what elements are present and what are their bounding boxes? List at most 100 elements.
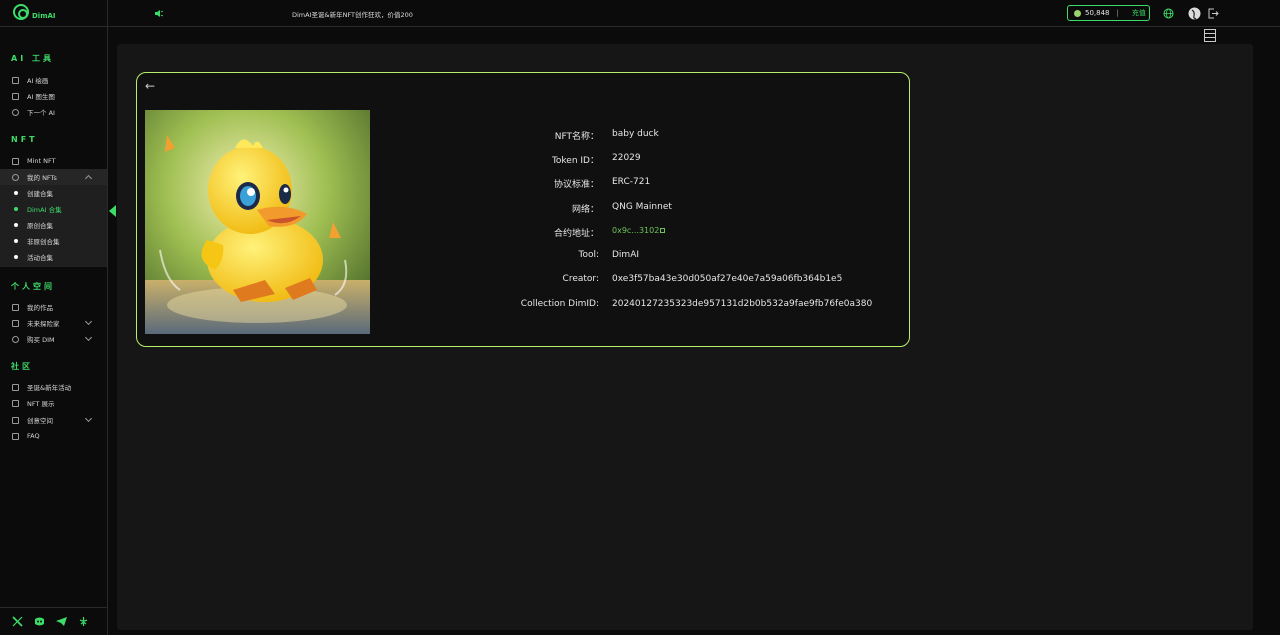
- detail-value: ERC-721: [612, 177, 651, 187]
- announcement-text[interactable]: DimAI圣诞&新年NFT创作狂欢，价值200: [292, 9, 413, 19]
- detail-label: Collection DimID:: [520, 299, 599, 309]
- detail-value: 0xe3f57ba43e30d050af27e40e7a59a06fb364b1…: [612, 274, 843, 284]
- detail-label: Creator:: [562, 274, 599, 284]
- telegram-icon[interactable]: [56, 616, 67, 627]
- social-links: [0, 607, 107, 635]
- sidebar-item-creative-space[interactable]: 创意空间: [0, 412, 107, 428]
- detail-label: NFT名称：: [554, 132, 599, 142]
- sidebar-item-my-works[interactable]: 我的作品: [0, 299, 107, 315]
- detail-value: 22029: [612, 153, 641, 163]
- detail-value: 20240127235323de957131d2b0b532a9fae9fb76…: [612, 299, 873, 309]
- sidebar-subitem-dimai-collection[interactable]: DimAI 合集: [0, 201, 107, 217]
- info-icon: [12, 108, 19, 116]
- sidebar-item-label: NFT 展示: [27, 400, 55, 408]
- logo-icon: [13, 4, 29, 20]
- sidebar-item-label: Mint NFT: [27, 157, 56, 165]
- sidebar-item-ai-painting[interactable]: AI 绘画: [0, 72, 107, 88]
- copy-icon[interactable]: [660, 228, 666, 233]
- sidebar-item-nft-showcase[interactable]: NFT 展示: [0, 395, 107, 411]
- sidebar-subitem-label: 活动合集: [27, 254, 53, 262]
- sidebar-item-ai-img2img[interactable]: AI 图生图: [0, 88, 107, 104]
- bullet-icon: [14, 191, 18, 195]
- detail-label: 网络：: [571, 205, 599, 215]
- sidebar-subitem-label: 创建合集: [27, 190, 53, 198]
- sidebar-item-label: AI 绘画: [27, 77, 49, 85]
- sidebar-item-label: 创意空间: [27, 417, 53, 425]
- creative-icon: [12, 416, 19, 424]
- bullet-icon: [14, 239, 18, 243]
- sidebar-item-buy-dim[interactable]: 购买 DIM: [0, 331, 107, 347]
- globe-icon[interactable]: [1163, 8, 1174, 19]
- back-arrow-icon[interactable]: ←: [145, 79, 155, 93]
- sidebar-subitem-event-collection[interactable]: 活动合集: [0, 249, 107, 265]
- logo-text: DimAI: [32, 12, 56, 20]
- sidebar-item-label: FAQ: [27, 432, 40, 440]
- sidebar-subitem-label: DimAI 合集: [27, 206, 62, 214]
- sidebar-subitem-label: 非原创合集: [27, 238, 60, 246]
- sidebar-item-next-ai[interactable]: 下一个 AI: [0, 104, 107, 120]
- header-divider: [107, 0, 108, 27]
- detail-label: 协议标准：: [553, 180, 599, 190]
- section-title-community: 社区: [11, 362, 33, 371]
- app-root: DimAI DimAI圣诞&新年NFT创作狂欢，价值200 50,848 | 充…: [0, 0, 1280, 635]
- section-title-personal-space: 个人空间: [11, 282, 55, 291]
- detail-label: 合约地址：: [553, 229, 599, 239]
- sidebar-item-label: 购买 DIM: [27, 336, 55, 344]
- nft-detail-card: ← NFT名称： baby duck Token ID： 22029 协议标准：…: [136, 72, 910, 347]
- image-icon: [12, 92, 19, 100]
- section-title-nft: NFT: [11, 135, 38, 144]
- sidebar-item-label: AI 图生图: [27, 93, 55, 101]
- announcement-icon: [155, 10, 163, 17]
- recharge-button[interactable]: 充值: [1132, 8, 1146, 18]
- logo[interactable]: DimAI: [13, 4, 56, 20]
- grid-toggle-icon[interactable]: [1204, 29, 1216, 42]
- sidebar-subitem-original-collection[interactable]: 原创合集: [0, 217, 107, 233]
- balance-box: 50,848 | 充值: [1067, 5, 1150, 21]
- sidebar-item-label: 我的 NFTs: [27, 174, 57, 182]
- sidebar-item-label: 圣诞&新年活动: [27, 384, 72, 392]
- balance-separator: |: [1116, 9, 1119, 17]
- community-icon[interactable]: [78, 616, 89, 627]
- sidebar-subitem-label: 原创合集: [27, 222, 53, 230]
- event-icon: [12, 383, 19, 391]
- mint-icon: [12, 157, 19, 165]
- detail-label: Tool:: [578, 250, 599, 260]
- works-icon: [12, 303, 19, 311]
- contract-address-text: 0x9c...3102: [612, 226, 660, 235]
- bullet-icon: [14, 207, 18, 211]
- avatar-icon[interactable]: [1188, 7, 1201, 20]
- balance-value: 50,848: [1085, 9, 1110, 17]
- sidebar-item-mint-nft[interactable]: Mint NFT: [0, 153, 107, 169]
- chevron-down-icon: [84, 414, 93, 423]
- sidebar-subitem-non-original-collection[interactable]: 非原创合集: [0, 233, 107, 249]
- coin-icon: [1074, 9, 1081, 17]
- detail-value: DimAI: [612, 250, 640, 260]
- contract-address-link[interactable]: 0x9c...3102: [612, 226, 666, 235]
- bullet-icon: [14, 223, 18, 227]
- detail-value: QNG Mainnet: [612, 202, 672, 212]
- sidebar-subitem-create-collection[interactable]: 创建合集: [0, 185, 107, 201]
- logout-icon[interactable]: [1208, 8, 1219, 19]
- explorer-icon: [12, 319, 19, 327]
- sidebar-item-label: 我的作品: [27, 304, 53, 312]
- active-indicator: [109, 205, 116, 217]
- top-header: DimAI DimAI圣诞&新年NFT创作狂欢，价值200 50,848 | 充…: [0, 0, 1280, 27]
- x-icon[interactable]: [12, 616, 23, 627]
- chevron-down-icon: [84, 333, 93, 342]
- section-title-ai-tools: AI 工具: [11, 54, 54, 63]
- sidebar-item-future-explorer[interactable]: 未来探险家: [0, 315, 107, 331]
- sidebar-item-my-nfts[interactable]: 我的 NFTs: [0, 169, 107, 185]
- painting-icon: [12, 76, 19, 84]
- sidebar-item-faq[interactable]: FAQ: [0, 428, 107, 444]
- sidebar-item-label: 下一个 AI: [27, 109, 55, 117]
- bullet-icon: [14, 255, 18, 259]
- chevron-down-icon: [84, 317, 93, 326]
- showcase-icon: [12, 399, 19, 407]
- chevron-up-icon: [84, 174, 93, 183]
- discord-icon[interactable]: [34, 616, 45, 627]
- sidebar-item-label: 未来探险家: [27, 320, 60, 328]
- detail-value: baby duck: [612, 129, 659, 139]
- faq-icon: [12, 432, 19, 440]
- sidebar-item-xmas-event[interactable]: 圣诞&新年活动: [0, 379, 107, 395]
- buy-icon: [12, 335, 19, 343]
